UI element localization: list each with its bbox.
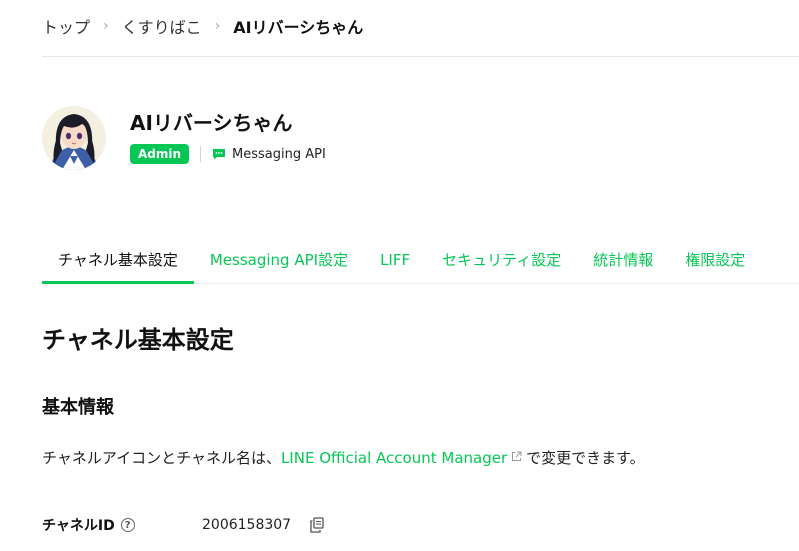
section-title: 基本情報 [42,397,114,418]
settings-tabs: チャネル基本設定 Messaging API設定 LIFF セキュリティ設定 統… [42,242,799,284]
channel-meta: Admin Messaging API [130,144,326,164]
channel-description: チャネルアイコンとチャネル名は、LINE Official Account Ma… [42,446,645,469]
description-suffix: で変更できます。 [526,449,645,467]
breadcrumb-separator: › [103,18,109,34]
channel-avatar [42,106,106,170]
role-badge: Admin [130,144,190,164]
channel-id-row: チャネルID ? 2006158307 [42,514,324,536]
description-prefix: チャネルアイコンとチャネル名は、 [42,449,281,467]
channel-id-label: チャネルID [42,518,115,534]
header-divider [42,56,799,57]
meta-divider [200,146,202,162]
tab-permission-settings[interactable]: 権限設定 [669,242,761,283]
channel-name: AIリバーシちゃん [130,111,293,135]
tab-security-settings[interactable]: セキュリティ設定 [426,242,577,283]
channel-type-label: Messaging API [232,146,326,162]
page-title: チャネル基本設定 [42,326,234,354]
breadcrumb-current: AIリバーシちゃん [233,18,364,37]
breadcrumb: トップ › くすりばこ › AIリバーシちゃん [42,14,363,38]
external-link-icon [511,446,522,468]
channel-id-value: 2006158307 [202,517,292,533]
question-circle-icon[interactable]: ? [120,518,135,532]
chat-bubble-icon [212,148,226,160]
official-account-manager-link[interactable]: LINE Official Account Manager [281,449,507,467]
copy-icon[interactable] [310,517,324,537]
channel-info: AIリバーシちゃん Admin Messaging API [130,106,326,164]
breadcrumb-top[interactable]: トップ [42,14,90,38]
channel-header: AIリバーシちゃん Admin Messaging API [42,106,326,170]
breadcrumb-provider[interactable]: くすりばこ [122,14,202,38]
breadcrumb-separator: › [214,18,221,34]
tab-liff[interactable]: LIFF [364,242,426,283]
tab-statistics[interactable]: 統計情報 [577,242,669,283]
tab-basic-settings[interactable]: チャネル基本設定 [42,242,194,284]
tab-messaging-api-settings[interactable]: Messaging API設定 [194,242,364,283]
